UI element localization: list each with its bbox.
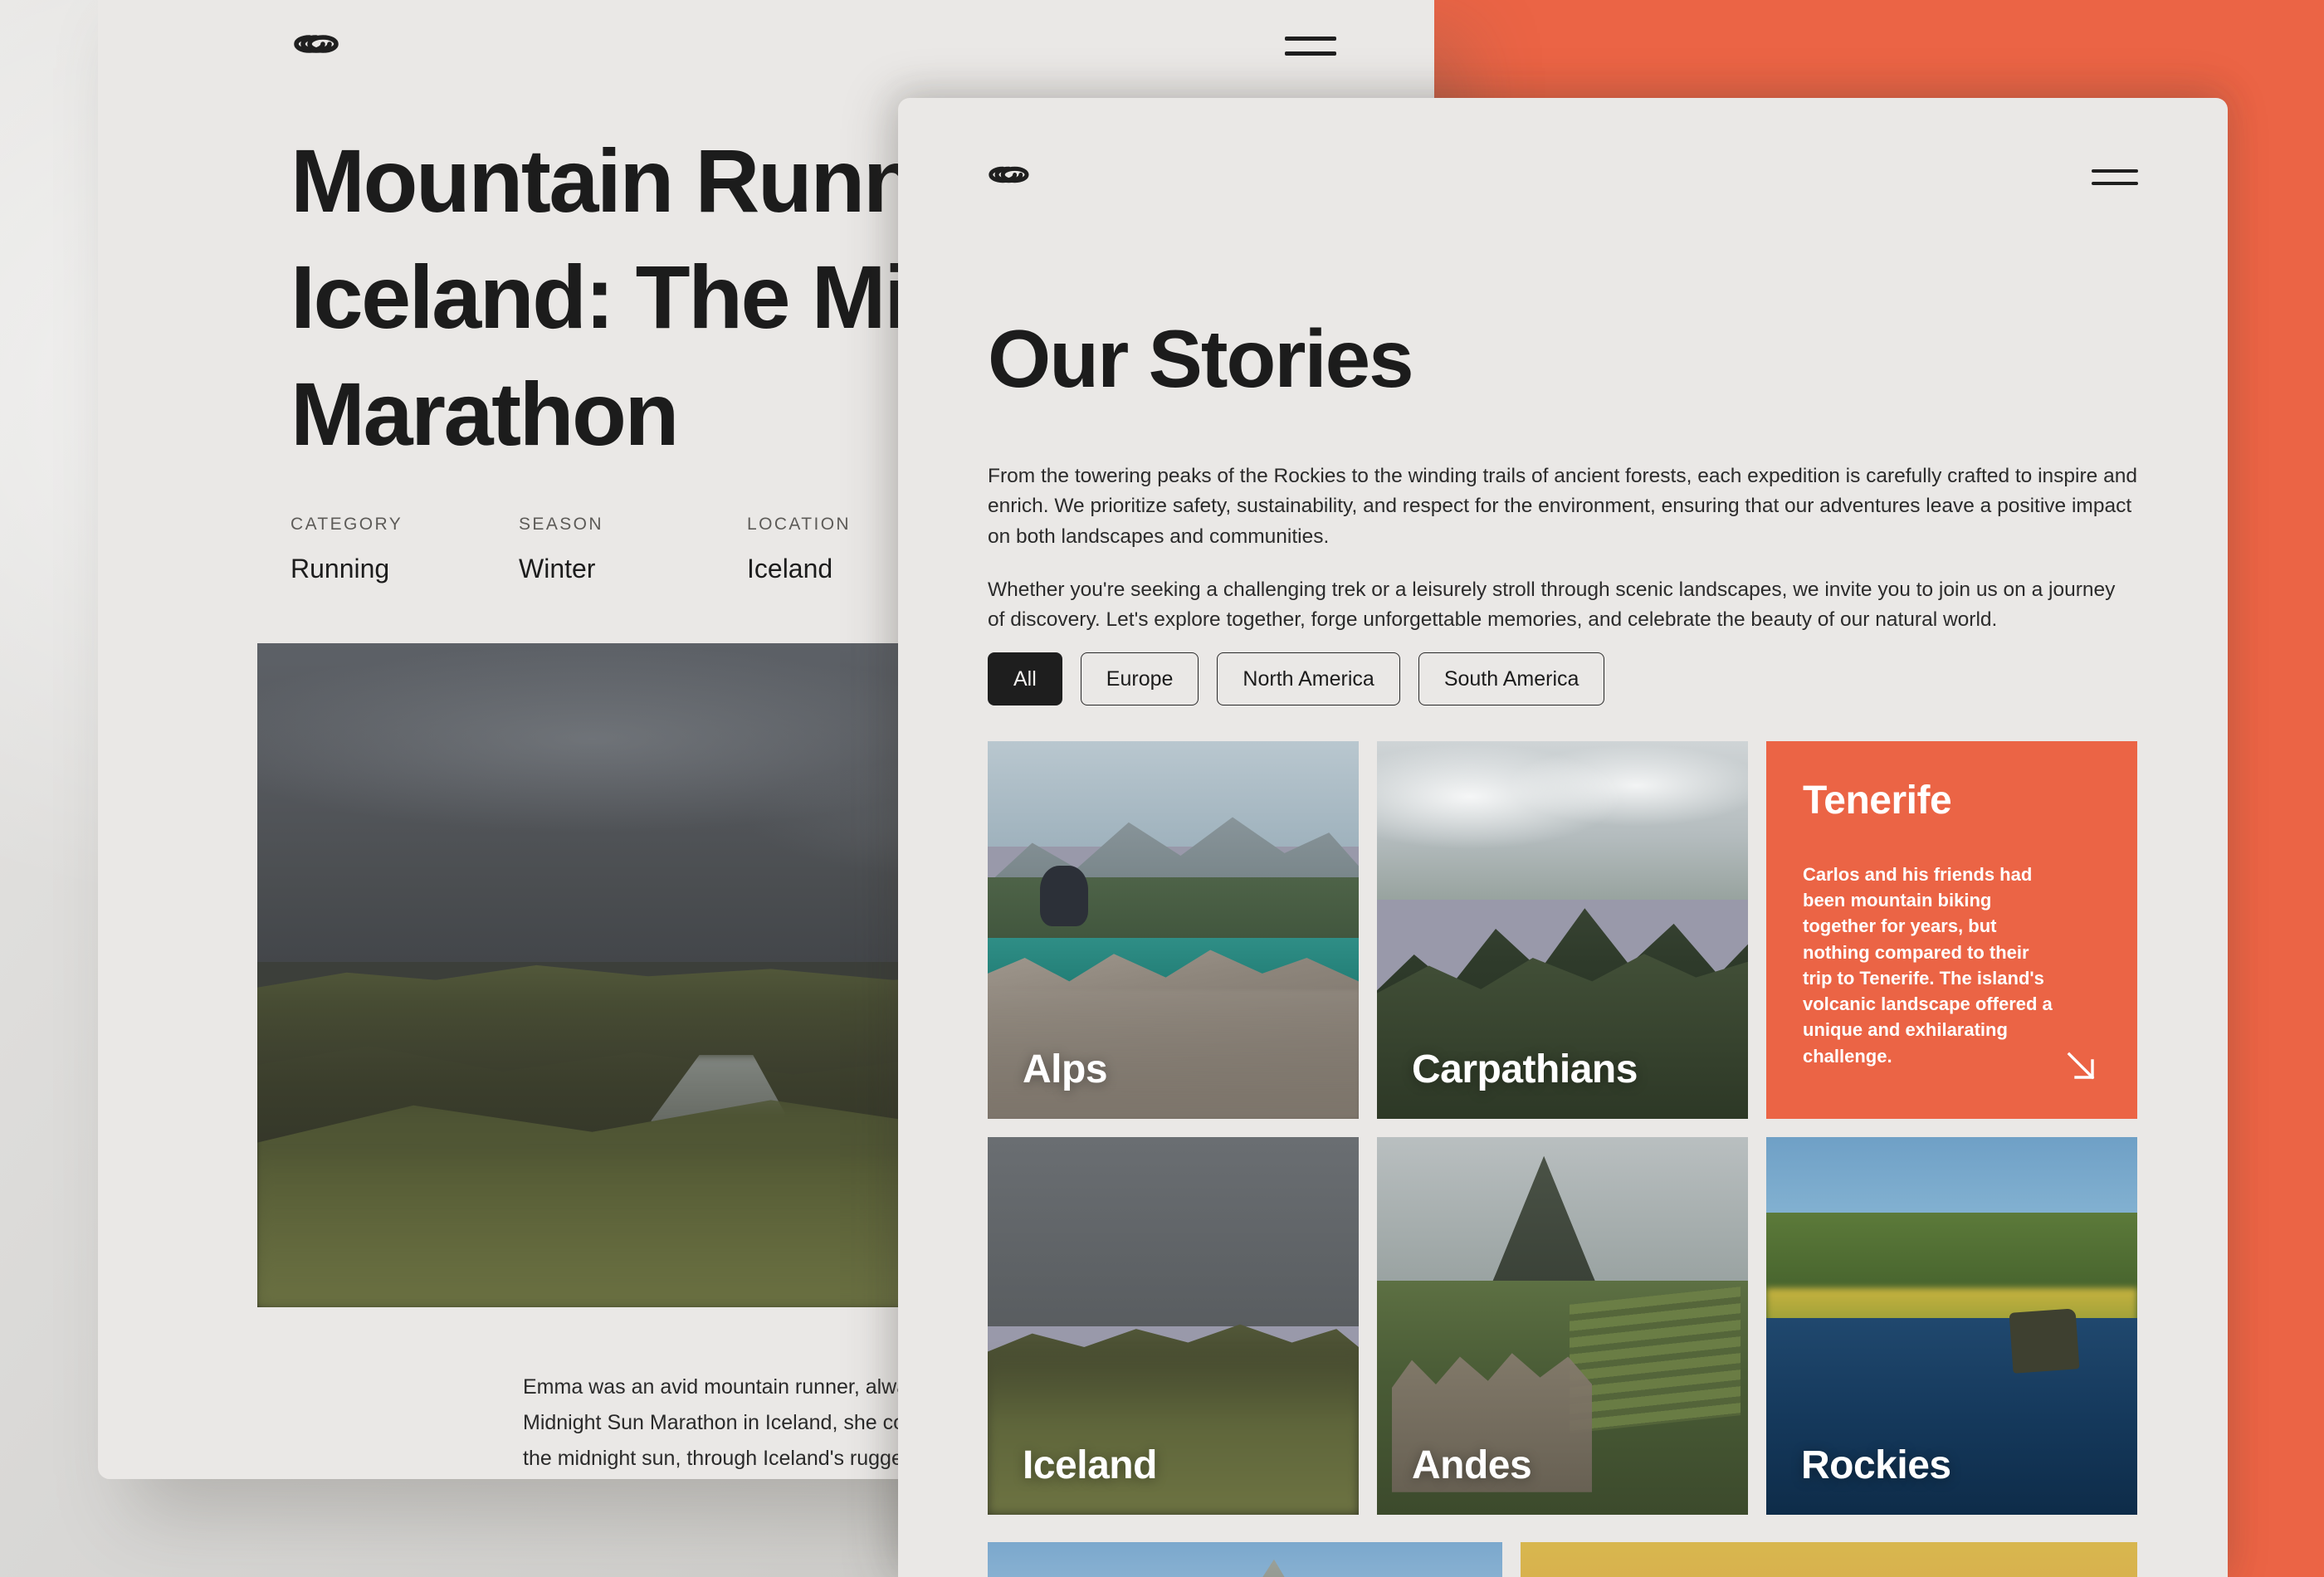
filter-chip-europe[interactable]: Europe xyxy=(1080,652,1199,706)
meta-value: Winter xyxy=(519,554,596,583)
rockies-islet xyxy=(2009,1308,2080,1374)
stories-topbar xyxy=(898,98,2228,256)
hamburger-line-2 xyxy=(2092,181,2138,185)
meta-label: CATEGORY xyxy=(290,515,403,534)
menu-hamburger-icon[interactable] xyxy=(2092,168,2138,185)
story-card-rockies[interactable]: Rockies xyxy=(1766,1137,2137,1515)
alps-hikers xyxy=(1039,866,1088,926)
intro-paragraph-1: From the towering peaks of the Rockies t… xyxy=(988,465,2137,548)
iceland-foreground xyxy=(988,1348,1359,1515)
filter-chip-all[interactable]: All xyxy=(988,652,1062,706)
carpathians-clouds xyxy=(1377,741,1748,901)
card-image xyxy=(1520,1542,2137,1577)
card-label: Tenerife xyxy=(1803,779,1952,823)
category-filter-bar: All Europe North America South America xyxy=(988,652,1605,706)
meta-item-category: CATEGORY Running xyxy=(290,515,519,584)
brand-logo-icon[interactable] xyxy=(293,32,346,61)
card-label: Carpathians xyxy=(1412,1047,1638,1091)
brand-logo-icon[interactable] xyxy=(988,164,1036,190)
stories-intro: From the towering peaks of the Rockies t… xyxy=(988,461,2137,635)
story-card-bottom-right[interactable] xyxy=(1520,1542,2137,1577)
hamburger-line-2 xyxy=(1285,51,1336,56)
meta-value: Running xyxy=(290,554,390,583)
story-card-iceland[interactable]: Iceland xyxy=(988,1137,1359,1515)
hamburger-line-1 xyxy=(1285,36,1336,41)
page-title: Our Stories xyxy=(988,313,1414,404)
story-card-andes[interactable]: Andes xyxy=(1377,1137,1748,1515)
card-label: Andes xyxy=(1412,1443,1532,1487)
hamburger-line-1 xyxy=(2092,168,2138,173)
filter-chip-south-america[interactable]: South America xyxy=(1418,652,1605,706)
andes-step-terraces xyxy=(1570,1286,1741,1433)
meta-label: SEASON xyxy=(519,515,603,534)
story-card-bottom-left[interactable] xyxy=(988,1542,1502,1577)
story-card-tenerife[interactable]: Tenerife Carlos and his friends had been… xyxy=(1766,741,2137,1119)
intro-paragraph-2: Whether you're seeking a challenging tre… xyxy=(988,578,2116,631)
menu-hamburger-icon[interactable] xyxy=(1285,36,1336,56)
card-label: Alps xyxy=(1023,1047,1108,1091)
card-label: Rockies xyxy=(1801,1443,1951,1487)
bottom-left-sky xyxy=(988,1542,1502,1577)
stories-grid-bottom xyxy=(988,1542,2137,1577)
stories-page: Our Stories From the towering peaks of t… xyxy=(898,98,2228,1577)
alps-sky xyxy=(988,741,1359,847)
card-label: Iceland xyxy=(1023,1443,1157,1487)
story-card-carpathians[interactable]: Carpathians xyxy=(1377,741,1748,1119)
filter-chip-north-america[interactable]: North America xyxy=(1217,652,1400,706)
arrow-down-right-icon[interactable] xyxy=(2061,1046,2101,1086)
article-topbar xyxy=(98,0,1434,91)
story-card-alps[interactable]: Alps xyxy=(988,741,1359,1119)
stories-grid: Alps Carpathians Tenerife Carlos and his… xyxy=(988,741,2137,1515)
card-body-text: Carlos and his friends had been mountain… xyxy=(1803,864,2053,1067)
iceland-sky xyxy=(988,1137,1359,1326)
meta-item-season: SEASON Winter xyxy=(519,515,747,584)
card-image xyxy=(988,1542,1502,1577)
bottom-right-sky xyxy=(1520,1542,2137,1577)
